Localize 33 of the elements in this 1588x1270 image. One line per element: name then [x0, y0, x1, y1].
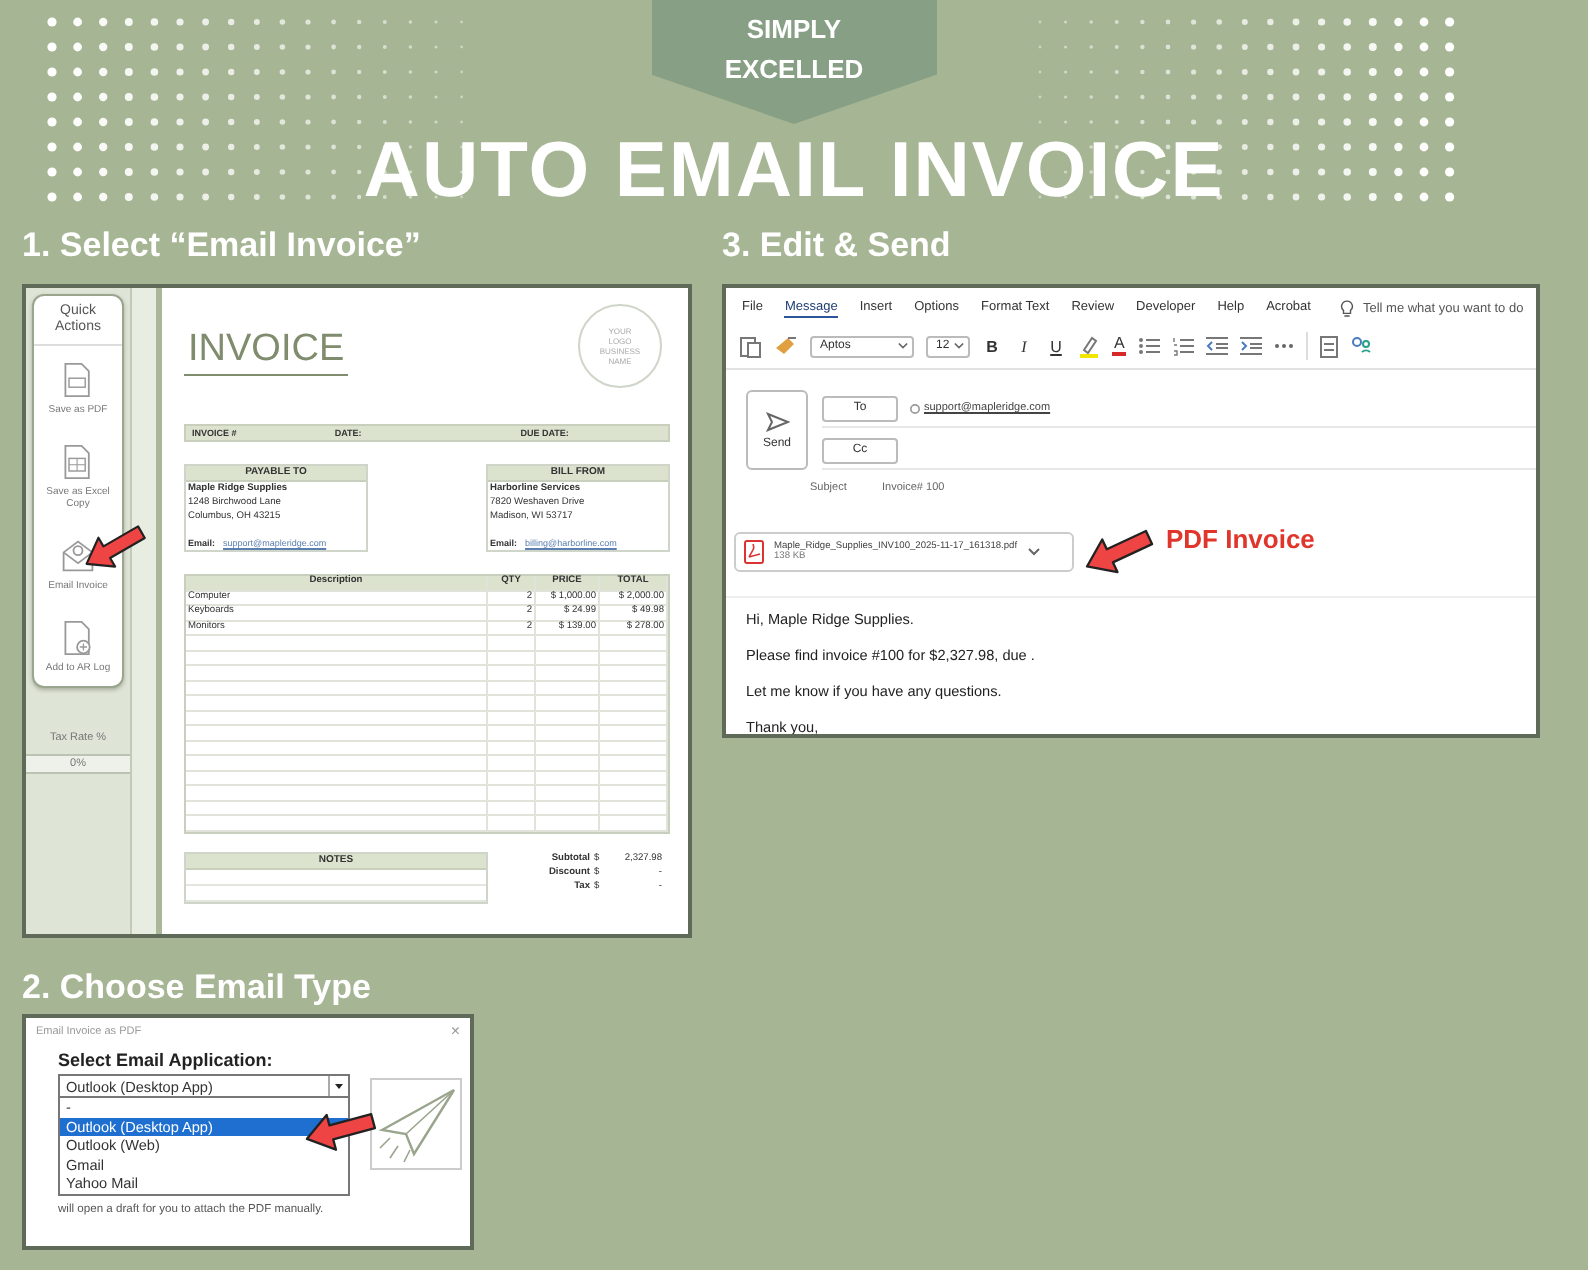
document-plus-icon — [60, 618, 96, 658]
pdf-file-icon — [744, 540, 764, 564]
paste-icon[interactable] — [738, 334, 762, 358]
format-painter-icon[interactable] — [774, 336, 798, 356]
chevron-icon[interactable] — [1027, 548, 1040, 556]
callout-label: PDF Invoice — [1166, 523, 1315, 553]
format-button[interactable]: B — [982, 337, 1002, 355]
prompt-label: Select Email Application: — [58, 1050, 275, 1072]
contact-icon — [910, 403, 920, 413]
highlighter-icon[interactable] — [1078, 335, 1100, 357]
step-heading: 1. Select “Email Invoice” — [22, 224, 423, 268]
document-icon — [60, 360, 96, 400]
format-button[interactable]: U — [1046, 337, 1066, 355]
decrease-indent-icon[interactable] — [1206, 336, 1229, 356]
spreadsheet-icon — [60, 442, 96, 482]
chevron-icon — [954, 342, 964, 350]
chevron-icon — [898, 342, 908, 350]
document-icon[interactable] — [1320, 335, 1339, 357]
invoice-title: INVOICE — [184, 328, 349, 376]
step-heading: 3. Edit & Send — [722, 224, 953, 268]
people-icon[interactable] — [1350, 336, 1373, 356]
bullet-list-icon[interactable] — [1138, 336, 1161, 356]
format-button[interactable]: I — [1014, 337, 1034, 355]
brand-name: SIMPLY EXCELLED — [722, 12, 866, 88]
lightbulb-icon[interactable] — [1340, 299, 1355, 317]
numbered-list-icon[interactable] — [1172, 336, 1195, 356]
increase-indent-icon[interactable] — [1240, 336, 1263, 356]
font-color-button[interactable]: A — [1112, 336, 1127, 356]
paper-plane-drawing — [370, 1078, 462, 1170]
step-heading: 2. Choose Email Type — [22, 966, 373, 1010]
page-title: AUTO EMAIL INVOICE — [361, 128, 1227, 216]
more-icon[interactable] — [1274, 342, 1295, 350]
send-icon — [765, 411, 789, 431]
